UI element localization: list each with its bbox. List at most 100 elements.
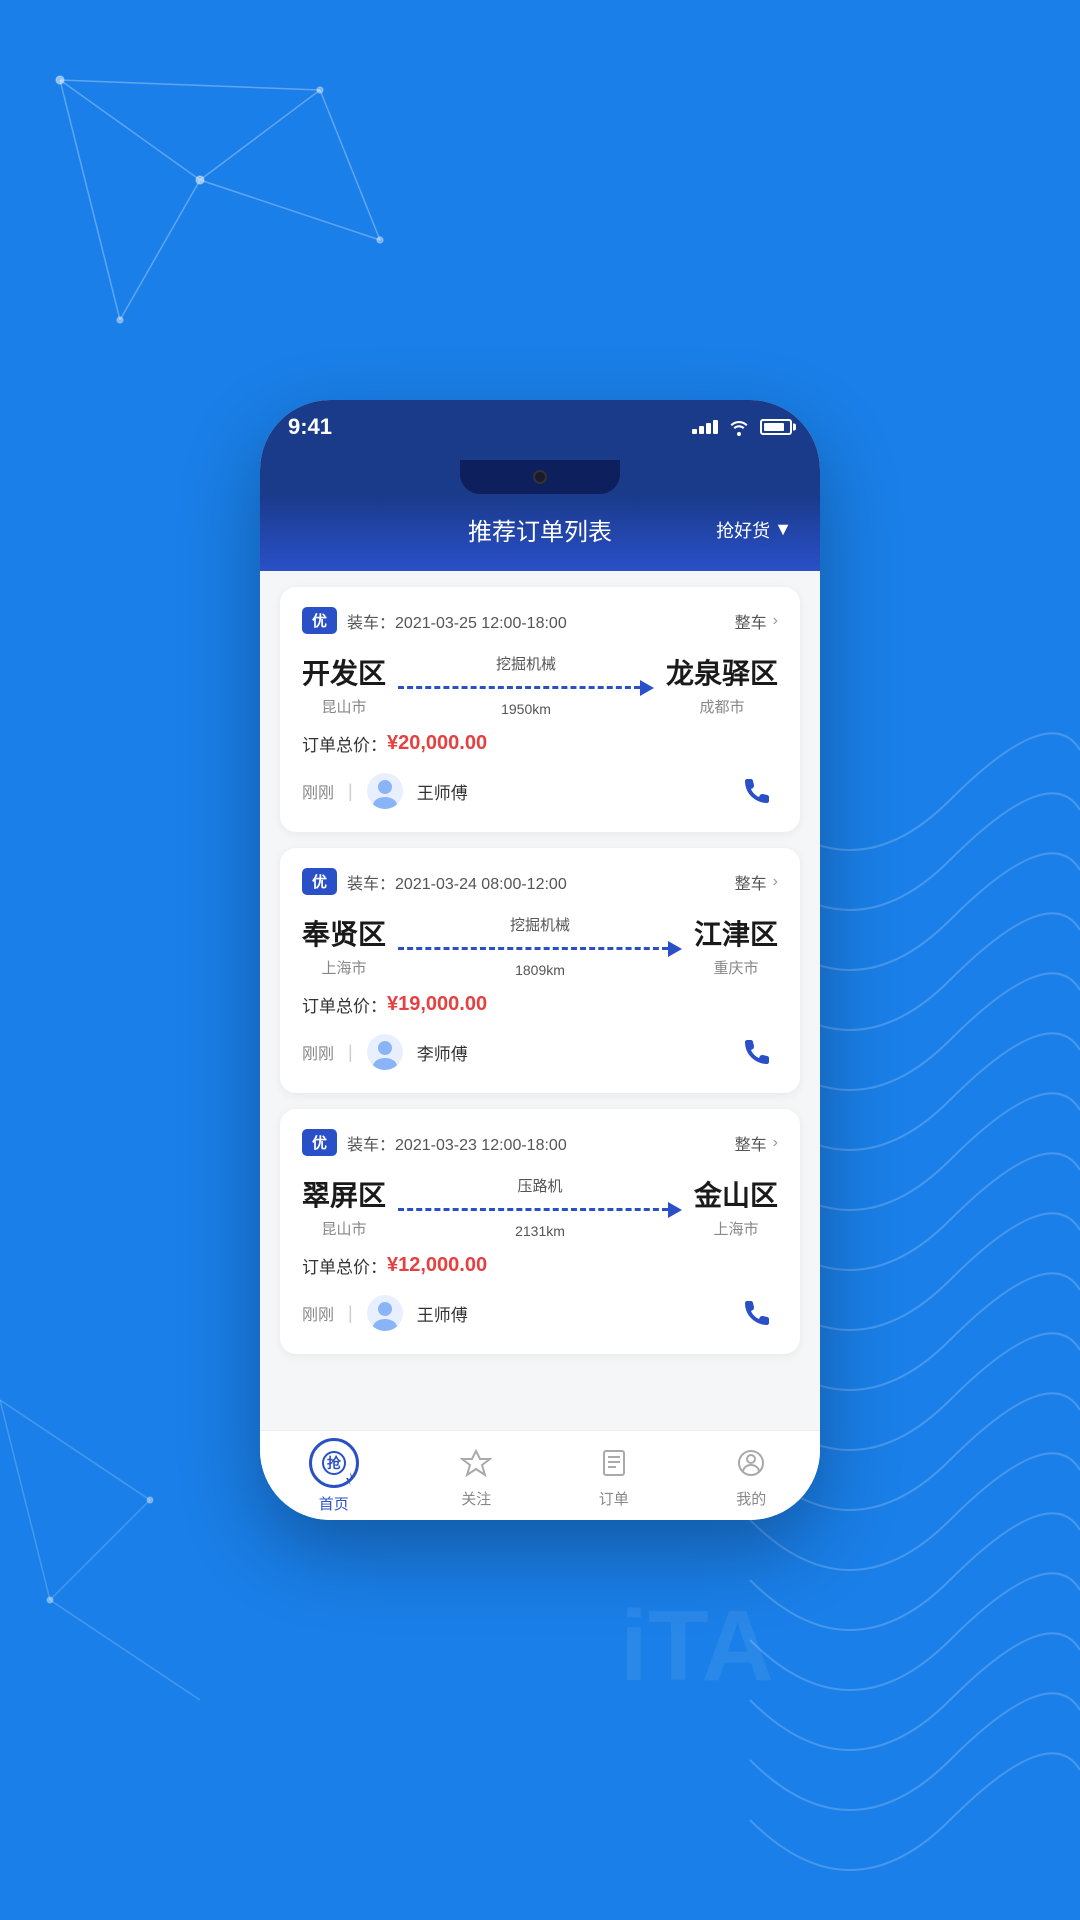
driver-name-3: 王师傅 [417, 1301, 468, 1326]
driver-avatar-2 [367, 1034, 403, 1070]
status-time: 9:41 [288, 414, 332, 440]
price-value-2: ¥19,000.00 [387, 993, 487, 1016]
load-time-1: 装车：2021-03-25 12:00-18:00 [347, 609, 567, 633]
origin-3: 翠屏区 昆山市 [302, 1174, 386, 1239]
origin-2: 奉贤区 上海市 [302, 913, 386, 978]
load-time-2: 装车：2021-03-24 08:00-12:00 [347, 870, 567, 894]
svg-text:iTA: iTA [620, 1590, 774, 1702]
driver-row-3: 刚刚 | 王师傅 [302, 1292, 778, 1334]
origin-city-1: 昆山市 [302, 696, 386, 717]
dest-name-2: 江津区 [694, 913, 778, 953]
card-header-1: 优 装车：2021-03-25 12:00-18:00 整车 › [302, 607, 778, 634]
price-row-3: 订单总价： ¥12,000.00 [302, 1253, 778, 1278]
chevron-right-icon-3: › [773, 1134, 778, 1152]
order-card-2[interactable]: 优 装车：2021-03-24 08:00-12:00 整车 › 奉贤区 上海市… [280, 848, 800, 1093]
nav-label-home: 首页 [319, 1493, 349, 1514]
time-ago-1: 刚刚 [302, 779, 334, 803]
price-value-1: ¥20,000.00 [387, 732, 487, 755]
dest-1: 龙泉驿区 成都市 [666, 652, 778, 717]
dest-name-1: 龙泉驿区 [666, 652, 778, 692]
time-ago-3: 刚刚 [302, 1301, 334, 1325]
price-row-2: 订单总价： ¥19,000.00 [302, 992, 778, 1017]
origin-city-3: 昆山市 [302, 1218, 386, 1239]
nav-item-orders[interactable]: 订单 [594, 1443, 634, 1509]
nav-item-follow[interactable]: 关注 [456, 1443, 496, 1509]
cargo-type-3: 压路机 [517, 1175, 562, 1196]
status-bar: 9:41 [260, 400, 820, 454]
divider-3: | [348, 1303, 353, 1324]
page-title: 推荐订单列表 [468, 512, 612, 547]
orders-icon [594, 1443, 634, 1483]
time-ago-2: 刚刚 [302, 1040, 334, 1064]
call-button-1[interactable] [736, 770, 778, 812]
dest-2: 江津区 重庆市 [694, 913, 778, 978]
notch-area [260, 454, 820, 494]
card-header-2: 优 装车：2021-03-24 08:00-12:00 整车 › [302, 868, 778, 895]
nav-item-profile[interactable]: 我的 [731, 1443, 771, 1509]
phone-frame: 9:41 推荐订单列表 抢好货 [260, 400, 820, 1520]
order-list[interactable]: 优 装车：2021-03-25 12:00-18:00 整车 › 开发区 昆山市… [260, 571, 820, 1430]
bottom-nav: 抢 首页 关注 [260, 1430, 820, 1520]
chevron-right-icon-1: › [773, 612, 778, 630]
driver-avatar-1 [367, 773, 403, 809]
order-type-3[interactable]: 整车 › [735, 1131, 778, 1155]
driver-avatar-3 [367, 1295, 403, 1331]
distance-1: 1950km [501, 701, 551, 717]
priority-badge-2: 优 [302, 868, 337, 895]
chevron-right-icon-2: › [773, 873, 778, 891]
route-arrow-3: 压路机 2131km [386, 1175, 694, 1239]
distance-2: 1809km [515, 962, 565, 978]
nav-label-follow: 关注 [461, 1488, 491, 1509]
profile-icon [731, 1443, 771, 1483]
route-section-1: 开发区 昆山市 挖掘机械 1950km 龙泉驿区 成都市 [302, 652, 778, 717]
follow-icon [456, 1443, 496, 1483]
driver-row-1: 刚刚 | 王师傅 [302, 770, 778, 812]
route-section-3: 翠屏区 昆山市 压路机 2131km 金山区 上海市 [302, 1174, 778, 1239]
nav-label-profile: 我的 [736, 1488, 766, 1509]
call-button-3[interactable] [736, 1292, 778, 1334]
home-icon: 抢 [309, 1438, 359, 1488]
battery-icon [760, 419, 792, 435]
filter-icon: ▼ [774, 519, 792, 540]
dest-3: 金山区 上海市 [694, 1174, 778, 1239]
dest-city-3: 上海市 [694, 1218, 778, 1239]
priority-badge-3: 优 [302, 1129, 337, 1156]
dest-city-1: 成都市 [666, 696, 778, 717]
order-card-1[interactable]: 优 装车：2021-03-25 12:00-18:00 整车 › 开发区 昆山市… [280, 587, 800, 832]
signal-icon [692, 420, 718, 434]
svg-text:抢: 抢 [327, 1455, 342, 1471]
route-section-2: 奉贤区 上海市 挖掘机械 1809km 江津区 重庆市 [302, 913, 778, 978]
order-type-1[interactable]: 整车 › [735, 609, 778, 633]
route-arrow-1: 挖掘机械 1950km [386, 653, 666, 717]
order-card-3[interactable]: 优 装车：2021-03-23 12:00-18:00 整车 › 翠屏区 昆山市… [280, 1109, 800, 1354]
divider-1: | [348, 781, 353, 802]
price-label-1: 订单总价： [302, 731, 387, 756]
route-arrow-2: 挖掘机械 1809km [386, 914, 694, 978]
price-value-3: ¥12,000.00 [387, 1254, 487, 1277]
origin-1: 开发区 昆山市 [302, 652, 386, 717]
load-time-3: 装车：2021-03-23 12:00-18:00 [347, 1131, 567, 1155]
price-label-2: 订单总价： [302, 992, 387, 1017]
call-button-2[interactable] [736, 1031, 778, 1073]
origin-city-2: 上海市 [302, 957, 386, 978]
priority-badge-1: 优 [302, 607, 337, 634]
divider-2: | [348, 1042, 353, 1063]
origin-name-2: 奉贤区 [302, 913, 386, 953]
driver-row-2: 刚刚 | 李师傅 [302, 1031, 778, 1073]
nav-item-home[interactable]: 抢 首页 [309, 1438, 359, 1514]
wifi-icon [728, 418, 750, 436]
origin-name-1: 开发区 [302, 652, 386, 692]
driver-name-1: 王师傅 [417, 779, 468, 804]
card-header-3: 优 装车：2021-03-23 12:00-18:00 整车 › [302, 1129, 778, 1156]
filter-button[interactable]: 抢好货 ▼ [716, 517, 792, 543]
dest-name-3: 金山区 [694, 1174, 778, 1214]
status-icons [692, 418, 792, 436]
price-label-3: 订单总价： [302, 1253, 387, 1278]
cargo-type-1: 挖掘机械 [496, 653, 556, 674]
notch [460, 460, 620, 494]
dest-city-2: 重庆市 [694, 957, 778, 978]
cargo-type-2: 挖掘机械 [510, 914, 570, 935]
origin-name-3: 翠屏区 [302, 1174, 386, 1214]
distance-3: 2131km [515, 1223, 565, 1239]
order-type-2[interactable]: 整车 › [735, 870, 778, 894]
